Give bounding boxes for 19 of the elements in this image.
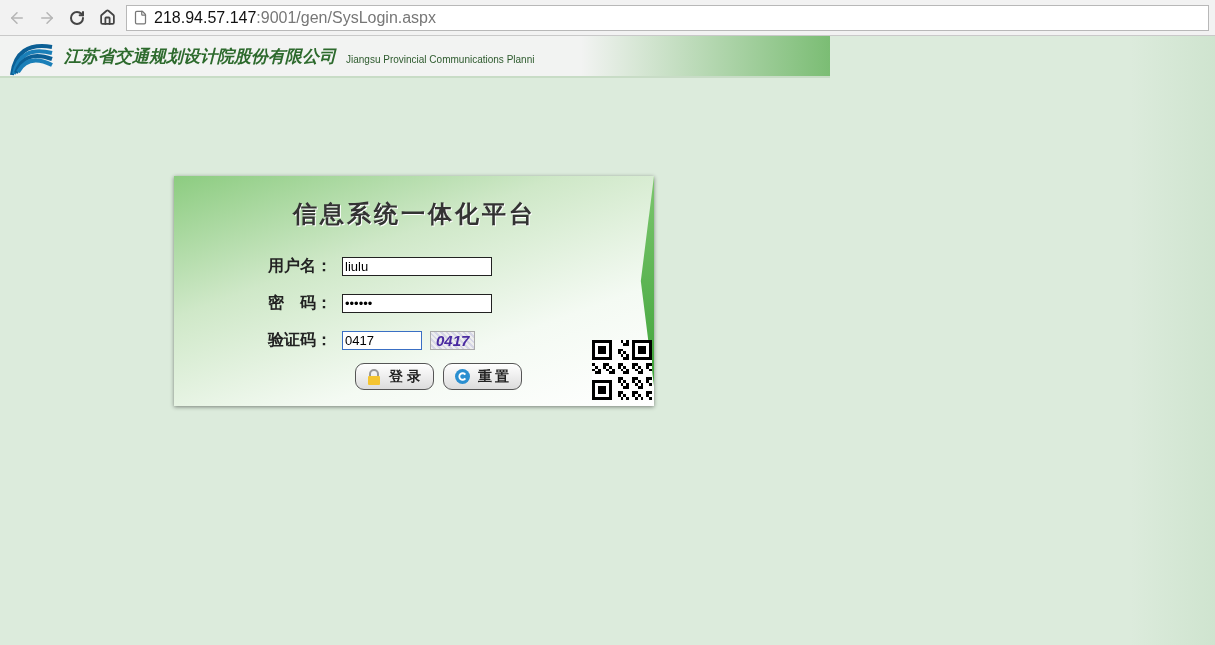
login-button[interactable]: 登 录 [354, 363, 434, 390]
password-field[interactable]: •••••• [342, 294, 492, 313]
platform-title: 信息系统一体化平台 [292, 199, 536, 229]
address-bar[interactable]: 218.94.57.147:9001/gen/SysLogin.aspx [126, 4, 1209, 31]
home-icon [98, 9, 116, 26]
username-field[interactable]: liulu [342, 257, 492, 276]
reset-button[interactable]: 重 置 [442, 363, 522, 390]
field-label: 验证码： [268, 330, 333, 350]
company-name: 江苏省交通规划设计院股份有限公司 [64, 45, 336, 68]
captcha-image: 0417 [430, 331, 476, 350]
page-icon [133, 10, 148, 25]
captcha-field[interactable]: 0417 [342, 331, 422, 350]
field-label: 密 码： [268, 293, 333, 313]
reload-icon [69, 9, 85, 26]
qr-code-drawing [592, 340, 652, 400]
field-label: 用户名： [268, 256, 333, 276]
lock-icon [367, 368, 382, 385]
refresh-icon [454, 369, 470, 384]
company-english-name: Jiangsu Provincial Communications Planni [346, 53, 535, 65]
